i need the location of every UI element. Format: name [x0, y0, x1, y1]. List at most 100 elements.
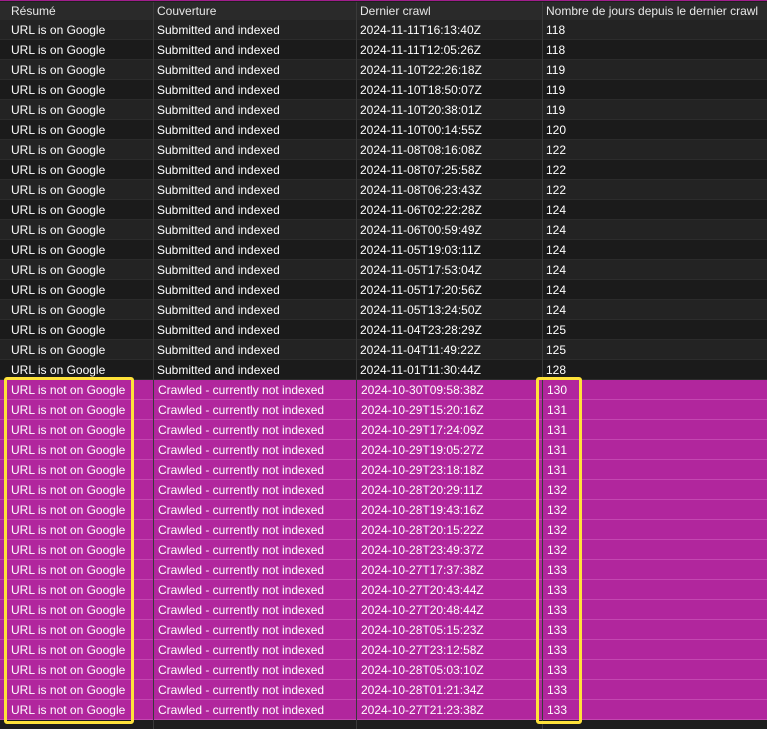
cell-couverture: Crawled - currently not indexed — [153, 380, 356, 400]
table-row[interactable]: URL is not on Google Crawled - currently … — [0, 460, 767, 480]
table-row[interactable]: URL is not on Google Crawled - currently … — [0, 480, 767, 500]
cell-dernier-crawl: 2024-11-05T17:53:04Z — [360, 263, 482, 277]
cell-jours: 133 — [542, 560, 767, 580]
column-header-couverture[interactable]: Couverture — [153, 2, 356, 21]
table-row[interactable]: URL is on Google Submitted and indexed 202… — [0, 360, 767, 380]
table-row[interactable]: URL is on Google Submitted and indexed 202… — [0, 240, 767, 260]
cell-couverture: Submitted and indexed — [157, 303, 280, 317]
cell-resume: URL is on Google — [11, 63, 106, 77]
cell-couverture: Crawled - currently not indexed — [153, 620, 356, 640]
table-row[interactable]: URL is not on Google Crawled - currently … — [0, 700, 767, 720]
table-row[interactable]: URL is on Google Submitted and indexed 202… — [0, 160, 767, 180]
cell-resume: URL is not on Google — [11, 383, 126, 397]
cell-jours: 124 — [546, 263, 567, 277]
cell-couverture: Crawled - currently not indexed — [153, 500, 356, 520]
table-row[interactable]: URL is not on Google Crawled - currently … — [0, 400, 767, 420]
cell-jours: 120 — [546, 123, 567, 137]
column-header-jours-depuis-crawl[interactable]: Nombre de jours depuis le dernier crawl — [542, 2, 767, 21]
table-row[interactable]: URL is not on Google Crawled - currently … — [0, 660, 767, 680]
table-row[interactable]: URL is on Google Submitted and indexed 202… — [0, 280, 767, 300]
cell-resume: URL is on Google — [11, 243, 106, 257]
cell-jours: 119 — [546, 83, 566, 97]
cell-dernier-crawl: 2024-10-28T23:49:37Z — [356, 540, 542, 560]
cell-couverture: Crawled - currently not indexed — [153, 460, 356, 480]
table-row[interactable]: URL is not on Google Crawled - currently … — [0, 440, 767, 460]
cell-couverture: Submitted and indexed — [157, 243, 280, 257]
cell-jours: 132 — [542, 480, 767, 500]
cell-jours: 133 — [542, 660, 767, 680]
cell-jours: 124 — [546, 223, 567, 237]
table-row[interactable]: URL is not on Google Crawled - currently … — [0, 500, 767, 520]
table-row[interactable]: URL is not on Google Crawled - currently … — [0, 620, 767, 640]
cell-dernier-crawl: 2024-10-28T05:03:10Z — [356, 660, 542, 680]
table-row[interactable]: URL is on Google Submitted and indexed 202… — [0, 260, 767, 280]
cell-resume: URL is not on Google — [11, 703, 126, 717]
cell-resume: URL is on Google — [11, 223, 106, 237]
cell-couverture: Crawled - currently not indexed — [153, 640, 356, 660]
cell-dernier-crawl: 2024-10-29T15:20:16Z — [356, 400, 542, 420]
table-row[interactable]: URL is on Google Submitted and indexed 202… — [0, 100, 767, 120]
cell-couverture: Submitted and indexed — [157, 103, 280, 117]
cell-couverture: Submitted and indexed — [157, 63, 280, 77]
cell-resume: URL is not on Google — [11, 543, 126, 557]
table-row[interactable]: URL is on Google Submitted and indexed 202… — [0, 20, 767, 40]
cell-resume: URL is not on Google — [11, 663, 126, 677]
cell-jours: 133 — [542, 680, 767, 700]
cell-couverture: Crawled - currently not indexed — [153, 480, 356, 500]
column-header-resume[interactable]: Résumé — [0, 2, 153, 21]
cell-couverture: Crawled - currently not indexed — [153, 700, 356, 720]
table-row[interactable]: URL is on Google Submitted and indexed 202… — [0, 220, 767, 240]
cell-couverture: Submitted and indexed — [157, 183, 280, 197]
column-header-dernier-crawl[interactable]: Dernier crawl — [356, 2, 542, 21]
cell-jours: 118 — [546, 23, 566, 37]
cell-dernier-crawl: 2024-11-08T08:16:08Z — [360, 143, 482, 157]
table-row[interactable]: URL is on Google Submitted and indexed 202… — [0, 320, 767, 340]
cell-dernier-crawl: 2024-11-10T22:26:18Z — [360, 63, 482, 77]
cell-dernier-crawl: 2024-10-28T05:15:23Z — [356, 620, 542, 640]
table-row[interactable]: URL is not on Google Crawled - currently … — [0, 680, 767, 700]
cell-couverture: Submitted and indexed — [157, 203, 280, 217]
cell-jours: 122 — [546, 163, 567, 177]
table-row[interactable]: URL is on Google Submitted and indexed 202… — [0, 140, 767, 160]
table-row[interactable]: URL is not on Google Crawled - currently … — [0, 640, 767, 660]
cell-resume: URL is on Google — [11, 263, 106, 277]
table-row[interactable]: URL is on Google Submitted and indexed 202… — [0, 200, 767, 220]
table-row[interactable]: URL is not on Google Crawled - currently … — [0, 560, 767, 580]
cell-dernier-crawl: 2024-10-28T01:21:34Z — [356, 680, 542, 700]
cell-couverture: Submitted and indexed — [157, 343, 280, 357]
table-row[interactable]: URL is on Google Submitted and indexed 202… — [0, 80, 767, 100]
table-row[interactable]: URL is on Google Submitted and indexed 202… — [0, 120, 767, 140]
table-row[interactable]: URL is not on Google Crawled - currently … — [0, 420, 767, 440]
cell-jours: 122 — [546, 143, 567, 157]
table-row[interactable]: URL is not on Google Crawled - currently … — [0, 600, 767, 620]
cell-jours: 124 — [546, 203, 567, 217]
column-divider — [356, 2, 357, 729]
cell-resume: URL is on Google — [11, 283, 106, 297]
table-row[interactable]: URL is on Google Submitted and indexed 202… — [0, 300, 767, 320]
cell-jours: 118 — [546, 43, 566, 57]
cell-dernier-crawl: 2024-10-27T20:48:44Z — [356, 600, 542, 620]
table-row[interactable]: URL is on Google Submitted and indexed 202… — [0, 40, 767, 60]
cell-couverture: Submitted and indexed — [157, 123, 280, 137]
cell-jours: 133 — [542, 620, 767, 640]
cell-jours: 124 — [546, 283, 567, 297]
table-row[interactable]: URL is not on Google Crawled - currently … — [0, 580, 767, 600]
table-row[interactable]: URL is not on Google Crawled - currently … — [0, 540, 767, 560]
cell-resume: URL is not on Google — [11, 583, 126, 597]
cell-couverture: Submitted and indexed — [157, 263, 280, 277]
cell-resume: URL is on Google — [11, 103, 106, 117]
cell-resume: URL is on Google — [11, 163, 106, 177]
table-row[interactable]: URL is not on Google Crawled - currently … — [0, 520, 767, 540]
cell-dernier-crawl: 2024-10-29T23:18:18Z — [356, 460, 542, 480]
table-row[interactable]: URL is on Google Submitted and indexed 202… — [0, 60, 767, 80]
cell-couverture: Crawled - currently not indexed — [153, 560, 356, 580]
table-row[interactable]: URL is on Google Submitted and indexed 202… — [0, 180, 767, 200]
cell-couverture: Submitted and indexed — [157, 143, 280, 157]
table-row[interactable]: URL is on Google Submitted and indexed 202… — [0, 340, 767, 360]
cell-jours: 119 — [546, 63, 566, 77]
table-row[interactable]: URL is not on Google Crawled - currently … — [0, 380, 767, 400]
cell-resume: URL is on Google — [11, 343, 106, 357]
cell-couverture: Crawled - currently not indexed — [153, 600, 356, 620]
column-divider — [542, 2, 543, 729]
cell-jours: 133 — [542, 700, 767, 720]
